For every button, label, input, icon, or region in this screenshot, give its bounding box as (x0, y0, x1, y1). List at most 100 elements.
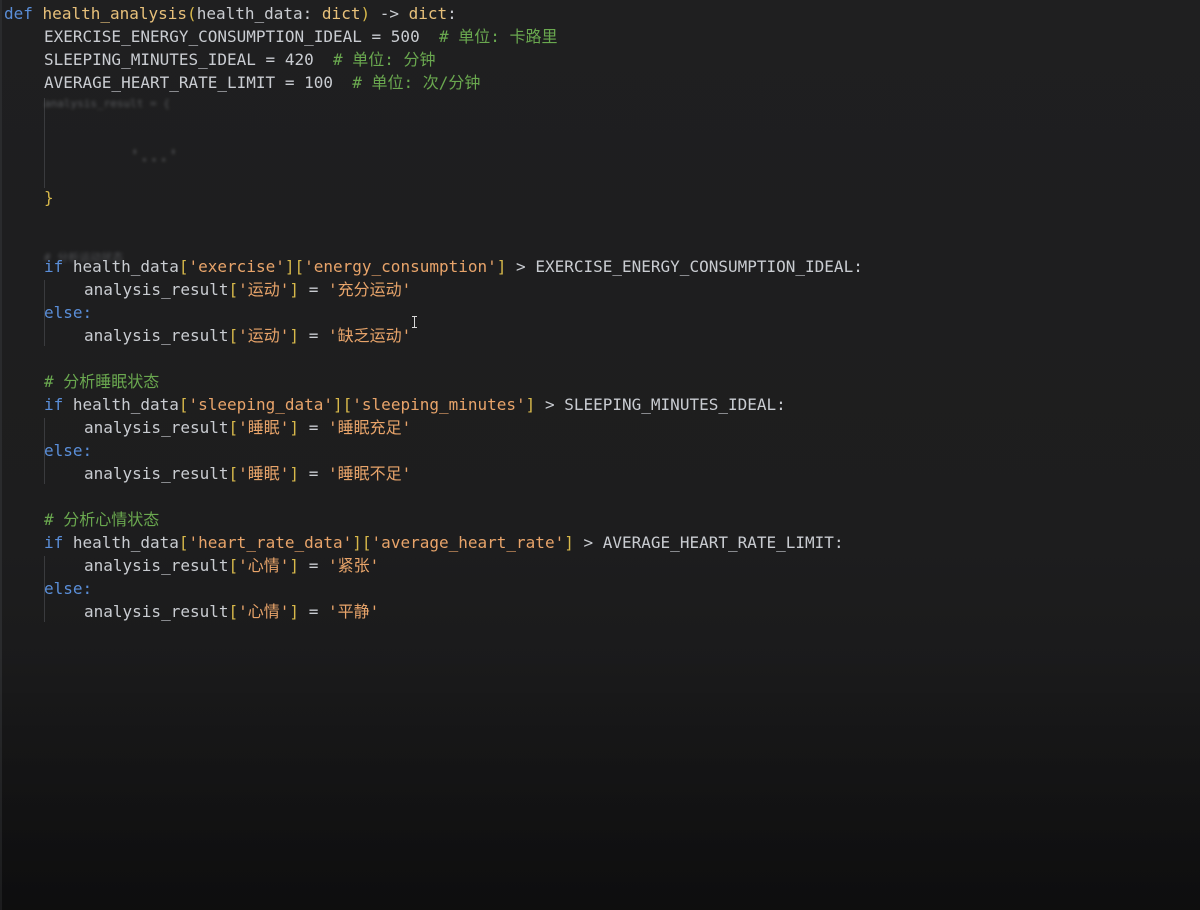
code-line[interactable]: analysis_result['运动'] = '充分运动' (84, 278, 411, 301)
code-line[interactable]: # 分析心情状态 (44, 508, 159, 531)
blurred-code-line: '...' (130, 146, 179, 165)
bracket: ] (289, 556, 300, 575)
assign-op: = (299, 602, 328, 621)
constant-value: 500 (390, 27, 420, 46)
code-line[interactable]: } (44, 186, 54, 209)
string-key: '心情' (238, 556, 290, 575)
bracket: [ (228, 556, 239, 575)
param-type: dict (321, 4, 361, 23)
bracket: ][ (284, 257, 305, 276)
bracket: [ (178, 395, 189, 414)
bracket: ] (289, 464, 300, 483)
if-keyword: if (44, 257, 64, 276)
string-key: 'sleeping_data' (188, 395, 334, 414)
else-keyword: else: (44, 579, 93, 598)
constant-value: 420 (284, 50, 314, 69)
code-editor[interactable]: def health_analysis(health_data: dict) -… (0, 0, 1200, 910)
bracket: ] (289, 326, 300, 345)
paren-open: ( (187, 4, 197, 23)
string-value: '睡眠不足' (327, 464, 412, 483)
assign-op: = (299, 418, 328, 437)
constant-ref: EXERCISE_ENERGY_CONSUMPTION_IDEAL (535, 257, 854, 276)
code-line[interactable]: def health_analysis(health_data: dict) -… (4, 2, 457, 25)
constant-ref: SLEEPING_MINUTES_IDEAL (564, 395, 777, 414)
code-line[interactable]: analysis_result['睡眠'] = '睡眠不足' (84, 462, 411, 485)
assign-op: = (299, 326, 328, 345)
paren-close: ) (360, 4, 371, 23)
bracket: ][ (333, 395, 353, 414)
bracket: [ (178, 533, 189, 552)
constant-value: 100 (304, 73, 333, 92)
function-name: health_analysis (42, 4, 188, 23)
assign-op: = (299, 464, 328, 483)
constant-name: AVERAGE_HEART_RATE_LIMIT (44, 73, 276, 92)
editor-left-edge (0, 0, 2, 910)
code-line[interactable]: SLEEPING_MINUTES_IDEAL = 420 # 单位: 分钟 (44, 48, 436, 71)
string-key: '睡眠' (238, 464, 290, 483)
code-line[interactable]: else: (44, 439, 92, 462)
colon: : (447, 4, 457, 23)
code-line[interactable]: if health_data['heart_rate_data']['avera… (44, 531, 844, 554)
code-line[interactable]: EXERCISE_ENERGY_CONSUMPTION_IDEAL = 500 … (44, 25, 558, 48)
bracket: [ (228, 280, 239, 299)
constant-ref: AVERAGE_HEART_RATE_LIMIT (602, 533, 834, 552)
compare-op: > (535, 395, 565, 414)
variable: analysis_result (84, 556, 229, 575)
comment: # 单位: 次/分钟 (352, 73, 481, 92)
variable: analysis_result (84, 602, 229, 621)
variable: health_data (72, 533, 179, 552)
variable: analysis_result (84, 326, 229, 345)
colon: : (302, 4, 322, 23)
compare-op: > (573, 533, 603, 552)
close-brace: } (44, 188, 54, 207)
colon: : (776, 395, 786, 414)
string-key: 'energy_consumption' (304, 257, 497, 276)
compare-op: > (506, 257, 536, 276)
if-keyword: if (44, 533, 64, 552)
code-line[interactable]: AVERAGE_HEART_RATE_LIMIT = 100 # 单位: 次/分… (44, 71, 480, 94)
bracket: ][ (352, 533, 372, 552)
comment: # 分析睡眠状态 (44, 372, 160, 391)
text-cursor-icon (412, 316, 417, 328)
string-key: 'heart_rate_data' (188, 533, 353, 552)
code-line[interactable]: else: (44, 301, 92, 324)
string-key: '运动' (238, 280, 290, 299)
code-line[interactable]: analysis_result['运动'] = '缺乏运动' (84, 324, 411, 347)
assign-op: = (275, 73, 305, 92)
bracket: ] (289, 602, 300, 621)
string-key: '运动' (238, 326, 290, 345)
bracket: [ (228, 326, 239, 345)
editor-bottom-shade (0, 650, 1200, 910)
code-line[interactable]: else: (44, 577, 92, 600)
param-name: health_data (196, 4, 303, 23)
return-arrow: -> (379, 4, 399, 23)
variable: analysis_result (84, 280, 229, 299)
bracket: [ (228, 418, 239, 437)
blurred-code-line: analysis_result = { (44, 97, 170, 110)
variable: health_data (72, 395, 179, 414)
bracket: [ (228, 464, 239, 483)
code-line[interactable]: analysis_result['心情'] = '紧张' (84, 554, 379, 577)
code-line[interactable]: # 分析睡眠状态 (44, 370, 159, 393)
else-keyword: else: (44, 441, 93, 460)
string-value: '缺乏运动' (327, 326, 412, 345)
string-value: '平静' (327, 602, 380, 621)
variable: analysis_result (84, 418, 229, 437)
string-value: '睡眠充足' (327, 418, 412, 437)
string-value: '充分运动' (327, 280, 412, 299)
variable: health_data (72, 257, 179, 276)
assign-op: = (299, 556, 328, 575)
string-key: 'exercise' (188, 257, 285, 276)
colon: : (833, 533, 844, 552)
variable: analysis_result (84, 464, 229, 483)
bracket: ] (496, 257, 507, 276)
bracket: ] (564, 533, 574, 552)
comment: # 分析心情状态 (44, 510, 160, 529)
colon: : (853, 257, 863, 276)
code-line[interactable]: if health_data['sleeping_data']['sleepin… (44, 393, 786, 416)
code-line[interactable]: analysis_result['睡眠'] = '睡眠充足' (84, 416, 411, 439)
assign-op: = (361, 27, 391, 46)
assign-op: = (299, 280, 328, 299)
code-line[interactable]: if health_data['exercise']['energy_consu… (44, 255, 863, 278)
code-line[interactable]: analysis_result['心情'] = '平静' (84, 600, 379, 623)
